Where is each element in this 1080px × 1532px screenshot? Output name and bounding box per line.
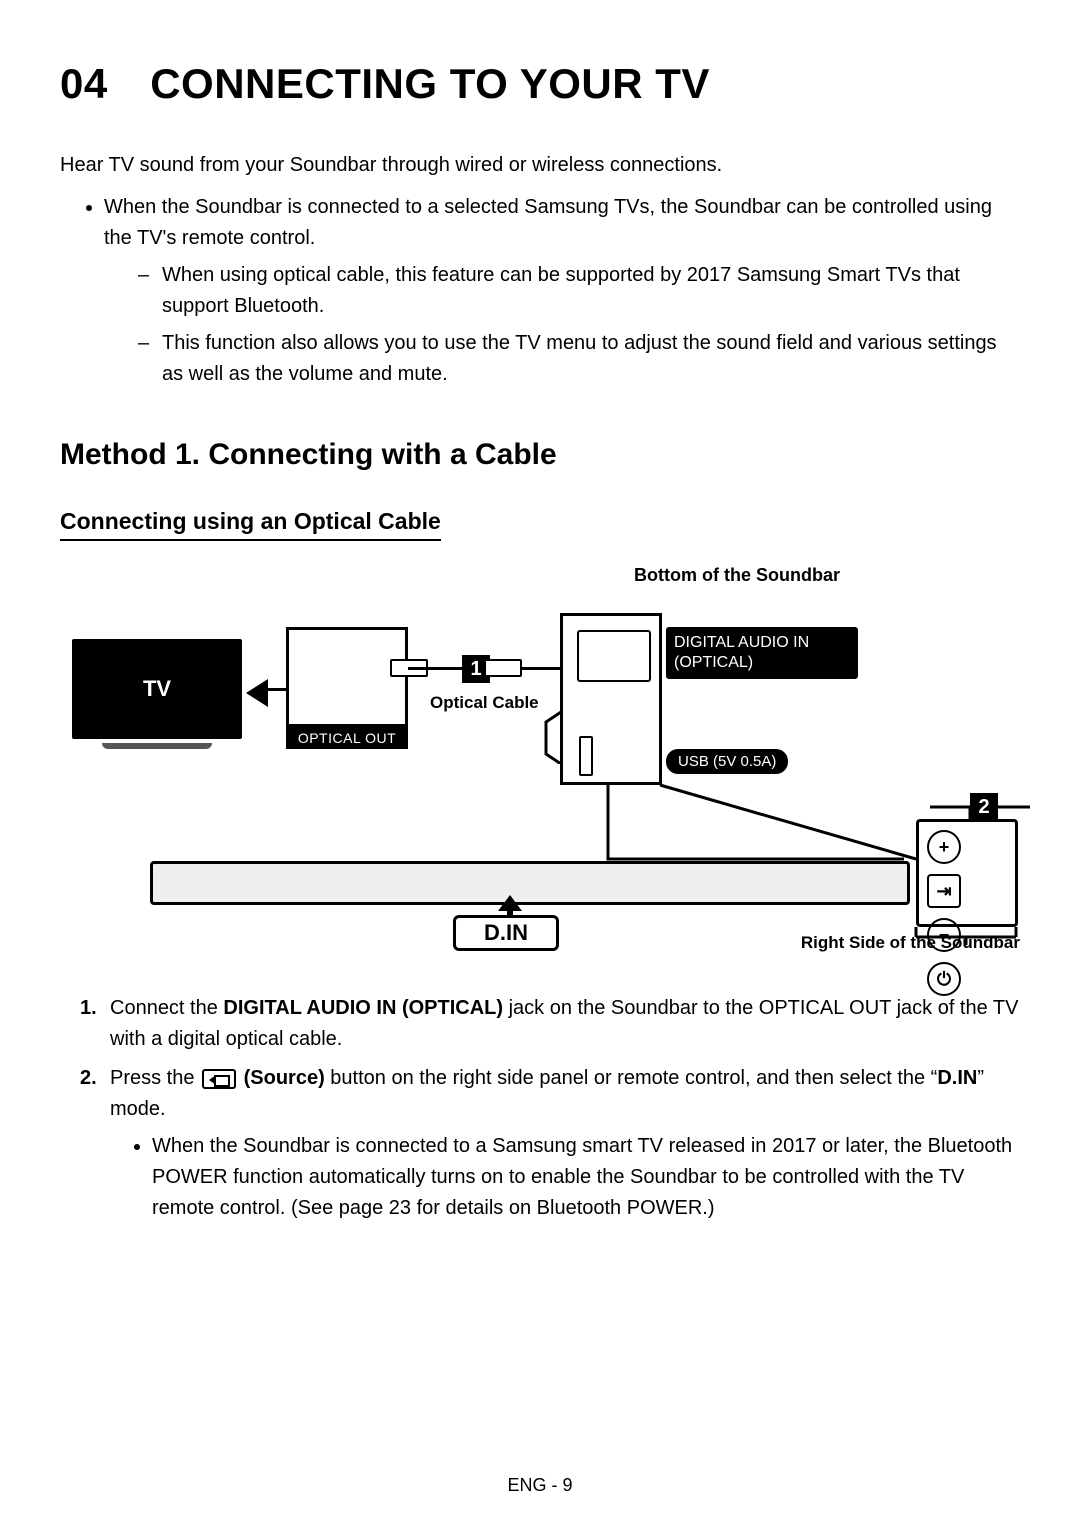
step-text-bold: DIGITAL AUDIO IN (OPTICAL) bbox=[223, 997, 503, 1019]
step-number: 1. bbox=[80, 993, 97, 1024]
page-title: 04 CONNECTING TO YOUR TV bbox=[60, 60, 1020, 108]
tv-icon: TV bbox=[72, 639, 242, 739]
step-marker-2: 2 bbox=[970, 793, 998, 821]
connector-line bbox=[266, 688, 286, 691]
cable-caption: Optical Cable bbox=[430, 693, 539, 713]
connection-diagram: Bottom of the Soundbar TV OPTICAL OUT 1 … bbox=[60, 565, 1020, 965]
step-text-bold: (Source) bbox=[238, 1067, 325, 1089]
list-item: When using optical cable, this feature c… bbox=[138, 260, 1020, 322]
list-item: This function also allows you to use the… bbox=[138, 328, 1020, 390]
page-number: ENG - 9 bbox=[0, 1475, 1080, 1496]
tv-optical-closeup bbox=[286, 627, 408, 727]
usb-label: USB (5V 0.5A) bbox=[666, 749, 788, 774]
bullet-text: When the Soundbar is connected to a sele… bbox=[104, 196, 992, 249]
arrow-icon bbox=[498, 895, 522, 911]
list-item: When the Soundbar is connected to a sele… bbox=[104, 192, 1020, 390]
list-item: When the Soundbar is connected to a Sams… bbox=[152, 1131, 1020, 1224]
step-text: Press the bbox=[110, 1067, 200, 1089]
digital-audio-in-label: DIGITAL AUDIO IN (OPTICAL) bbox=[666, 627, 858, 679]
cable-plug-icon bbox=[484, 659, 522, 677]
step-text: Connect the bbox=[110, 997, 223, 1019]
step-2: 2. Press the (Source) button on the righ… bbox=[80, 1063, 1020, 1224]
din-display-label: D.IN bbox=[453, 915, 559, 951]
source-icon bbox=[202, 1069, 236, 1089]
step-text-bold: D.IN bbox=[937, 1067, 977, 1089]
step-text: button on the right side panel or remote… bbox=[325, 1067, 938, 1089]
instruction-steps: 1. Connect the DIGITAL AUDIO IN (OPTICAL… bbox=[60, 993, 1020, 1224]
optical-out-label: OPTICAL OUT bbox=[286, 727, 408, 749]
soundbar-icon bbox=[150, 861, 910, 905]
caption-right: Right Side of the Soundbar bbox=[801, 933, 1020, 953]
arrow-icon bbox=[246, 679, 268, 707]
power-icon: ⏻ bbox=[927, 962, 961, 996]
step-number: 2. bbox=[80, 1063, 97, 1094]
intro-bullets: When the Soundbar is connected to a sele… bbox=[60, 192, 1020, 390]
soundbar-side-panel: + ⇥ − ⏻ bbox=[916, 819, 1018, 927]
sub-heading: Connecting using an Optical Cable bbox=[60, 508, 441, 541]
step-1: 1. Connect the DIGITAL AUDIO IN (OPTICAL… bbox=[80, 993, 1020, 1055]
volume-up-icon: + bbox=[927, 830, 961, 864]
caption-top: Bottom of the Soundbar bbox=[634, 565, 840, 586]
soundbar-bottom-closeup bbox=[560, 613, 662, 785]
method-heading: Method 1. Connecting with a Cable bbox=[60, 438, 1020, 472]
source-icon: ⇥ bbox=[927, 874, 961, 908]
intro-text: Hear TV sound from your Soundbar through… bbox=[60, 150, 1020, 180]
